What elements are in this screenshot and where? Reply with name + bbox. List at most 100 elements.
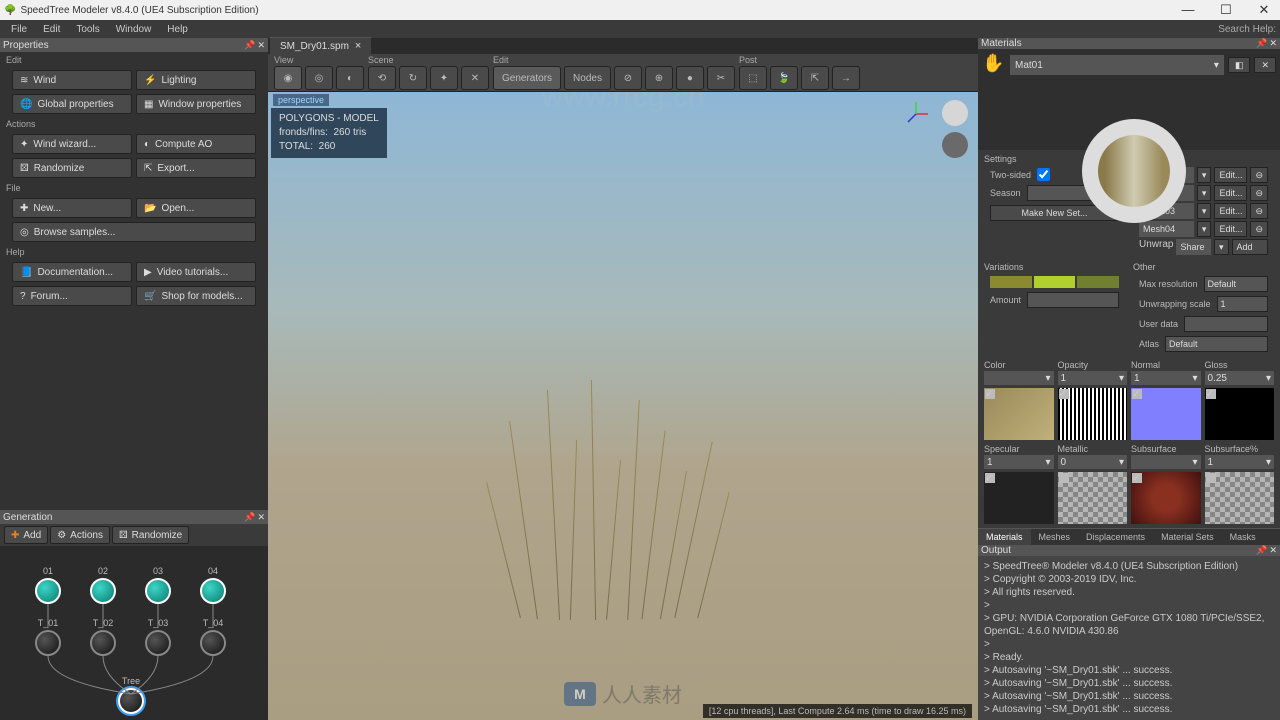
node-t04[interactable]: T_04: [200, 618, 226, 656]
post-btn-1[interactable]: ⬚: [739, 66, 767, 90]
minimize-button[interactable]: —: [1176, 2, 1200, 18]
forum-button[interactable]: ?Forum...: [12, 286, 132, 306]
global-props-button[interactable]: 🌐Global properties: [12, 94, 132, 114]
gen-actions-button[interactable]: ⚙Actions: [50, 526, 110, 544]
color-map-thumb[interactable]: ✓: [984, 388, 1054, 440]
node-03[interactable]: 03: [145, 566, 171, 604]
post-btn-2[interactable]: 🍃: [770, 66, 798, 90]
gloss-map-thumb[interactable]: ✓: [1205, 388, 1275, 440]
metallic-map-thumb[interactable]: [1058, 472, 1128, 524]
pin-icon[interactable]: 📌: [244, 40, 255, 51]
close-icon[interactable]: ✕: [1269, 545, 1277, 556]
uscale-field[interactable]: 1: [1217, 296, 1268, 312]
close-icon[interactable]: ✕: [257, 40, 265, 51]
maximize-button[interactable]: ☐: [1214, 2, 1238, 18]
add-node-button[interactable]: ✚Add: [4, 526, 48, 544]
pin-icon[interactable]: 📌: [1256, 545, 1267, 556]
node-t03[interactable]: T_03: [145, 618, 171, 656]
lighting-button[interactable]: ⚡Lighting: [136, 70, 256, 90]
export-button[interactable]: ⇱Export...: [136, 158, 256, 178]
userdata-field[interactable]: [1184, 316, 1268, 332]
viewport[interactable]: perspective POLYGONS - MODEL fronds/fins…: [268, 92, 978, 720]
mesh04[interactable]: Mesh04: [1139, 221, 1194, 237]
variation-colors[interactable]: [984, 274, 1125, 290]
add-mesh[interactable]: Add: [1232, 239, 1269, 255]
mesh-edit[interactable]: Edit...: [1214, 203, 1247, 219]
mat-btn-2[interactable]: ✕: [1254, 57, 1276, 73]
gloss-map-val[interactable]: 0.25▾: [1205, 371, 1275, 385]
opacity-map-val[interactable]: 1▾: [1058, 371, 1128, 385]
two-sided-checkbox[interactable]: [1037, 168, 1050, 181]
subsurface-map-val[interactable]: ▾: [1131, 455, 1201, 469]
mesh-edit[interactable]: Edit...: [1214, 167, 1247, 183]
tab-meshes[interactable]: Meshes: [1031, 529, 1079, 545]
mesh-dropdown[interactable]: ▾: [1197, 167, 1212, 183]
node-tree[interactable]: Tree: [118, 676, 144, 714]
scene-btn-2[interactable]: ↻: [399, 66, 427, 90]
close-icon[interactable]: ✕: [257, 512, 265, 523]
edit-btn-3[interactable]: ●: [676, 66, 704, 90]
mesh-edit[interactable]: Edit...: [1214, 185, 1247, 201]
subsurface2-map-val[interactable]: 1▾: [1205, 455, 1275, 469]
menu-file[interactable]: File: [4, 23, 34, 36]
wind-gizmo-icon[interactable]: [942, 132, 968, 158]
wind-wizard-button[interactable]: ✦Wind wizard...: [12, 134, 132, 154]
metallic-map-val[interactable]: 0▾: [1058, 455, 1128, 469]
wind-button[interactable]: ≋Wind: [12, 70, 132, 90]
scene-btn-1[interactable]: ⟲: [368, 66, 396, 90]
document-tab[interactable]: SM_Dry01.spm ×: [270, 37, 371, 54]
edit-btn-4[interactable]: ✂: [707, 66, 735, 90]
mesh-del[interactable]: ⊖: [1250, 221, 1268, 237]
mesh-dropdown[interactable]: ▾: [1197, 185, 1212, 201]
opacity-map-thumb[interactable]: ✓: [1058, 388, 1128, 440]
edit-btn-1[interactable]: ⊘: [614, 66, 642, 90]
specular-map-thumb[interactable]: ✓: [984, 472, 1054, 524]
post-btn-3[interactable]: ⇱: [801, 66, 829, 90]
open-button[interactable]: 📂Open...: [136, 198, 256, 218]
subsurface2-map-thumb[interactable]: [1205, 472, 1275, 524]
scene-btn-3[interactable]: ✦: [430, 66, 458, 90]
maxres-field[interactable]: Default: [1204, 276, 1268, 292]
mesh-del[interactable]: ⊖: [1250, 185, 1268, 201]
color-map-val[interactable]: ▾: [984, 371, 1054, 385]
menu-window[interactable]: Window: [109, 23, 159, 36]
axis-gizmo[interactable]: [902, 100, 930, 128]
mesh-del[interactable]: ⊖: [1250, 203, 1268, 219]
browse-samples-button[interactable]: ◎Browse samples...: [12, 222, 256, 242]
mesh-dropdown[interactable]: ▾: [1197, 203, 1212, 219]
gen-randomize-button[interactable]: ⚄Randomize: [112, 526, 189, 544]
unwrap-dropdown[interactable]: ▾: [1214, 239, 1229, 255]
pin-icon[interactable]: 📌: [1256, 38, 1267, 49]
tab-close-icon[interactable]: ×: [355, 40, 361, 52]
material-select[interactable]: Mat01▾: [1010, 55, 1224, 75]
output-log[interactable]: > SpeedTree® Modeler v8.4.0 (UE4 Subscri…: [978, 556, 1280, 720]
mesh-del[interactable]: ⊖: [1250, 167, 1268, 183]
normal-map-thumb[interactable]: ✓: [1131, 388, 1201, 440]
node-02[interactable]: 02: [90, 566, 116, 604]
new-button[interactable]: ✚New...: [12, 198, 132, 218]
nodes-button[interactable]: Nodes: [564, 66, 611, 90]
randomize-button[interactable]: ⚄Randomize: [12, 158, 132, 178]
hand-icon[interactable]: ✋: [982, 53, 1006, 77]
tab-masks[interactable]: Masks: [1222, 529, 1264, 545]
pin-icon[interactable]: 📌: [244, 512, 255, 523]
shop-button[interactable]: 🛒Shop for models...: [136, 286, 256, 306]
edit-btn-2[interactable]: ⊕: [645, 66, 673, 90]
compute-ao-button[interactable]: ◐Compute AO: [136, 134, 256, 154]
view-btn-2[interactable]: ◎: [305, 66, 333, 90]
close-button[interactable]: ✕: [1252, 2, 1276, 18]
menu-help[interactable]: Help: [160, 23, 195, 36]
light-gizmo-icon[interactable]: [942, 100, 968, 126]
generators-button[interactable]: Generators: [493, 66, 561, 90]
mesh-edit[interactable]: Edit...: [1214, 221, 1247, 237]
video-tutorials-button[interactable]: ▶Video tutorials...: [136, 262, 256, 282]
tab-displacements[interactable]: Displacements: [1078, 529, 1153, 545]
window-props-button[interactable]: ▦Window properties: [136, 94, 256, 114]
atlas-field[interactable]: Default: [1165, 336, 1268, 352]
search-help[interactable]: Search Help:: [1218, 24, 1276, 35]
tab-material-sets[interactable]: Material Sets: [1153, 529, 1222, 545]
documentation-button[interactable]: 📘Documentation...: [12, 262, 132, 282]
menu-tools[interactable]: Tools: [69, 23, 106, 36]
node-01[interactable]: 01: [35, 566, 61, 604]
node-t01[interactable]: T_01: [35, 618, 61, 656]
